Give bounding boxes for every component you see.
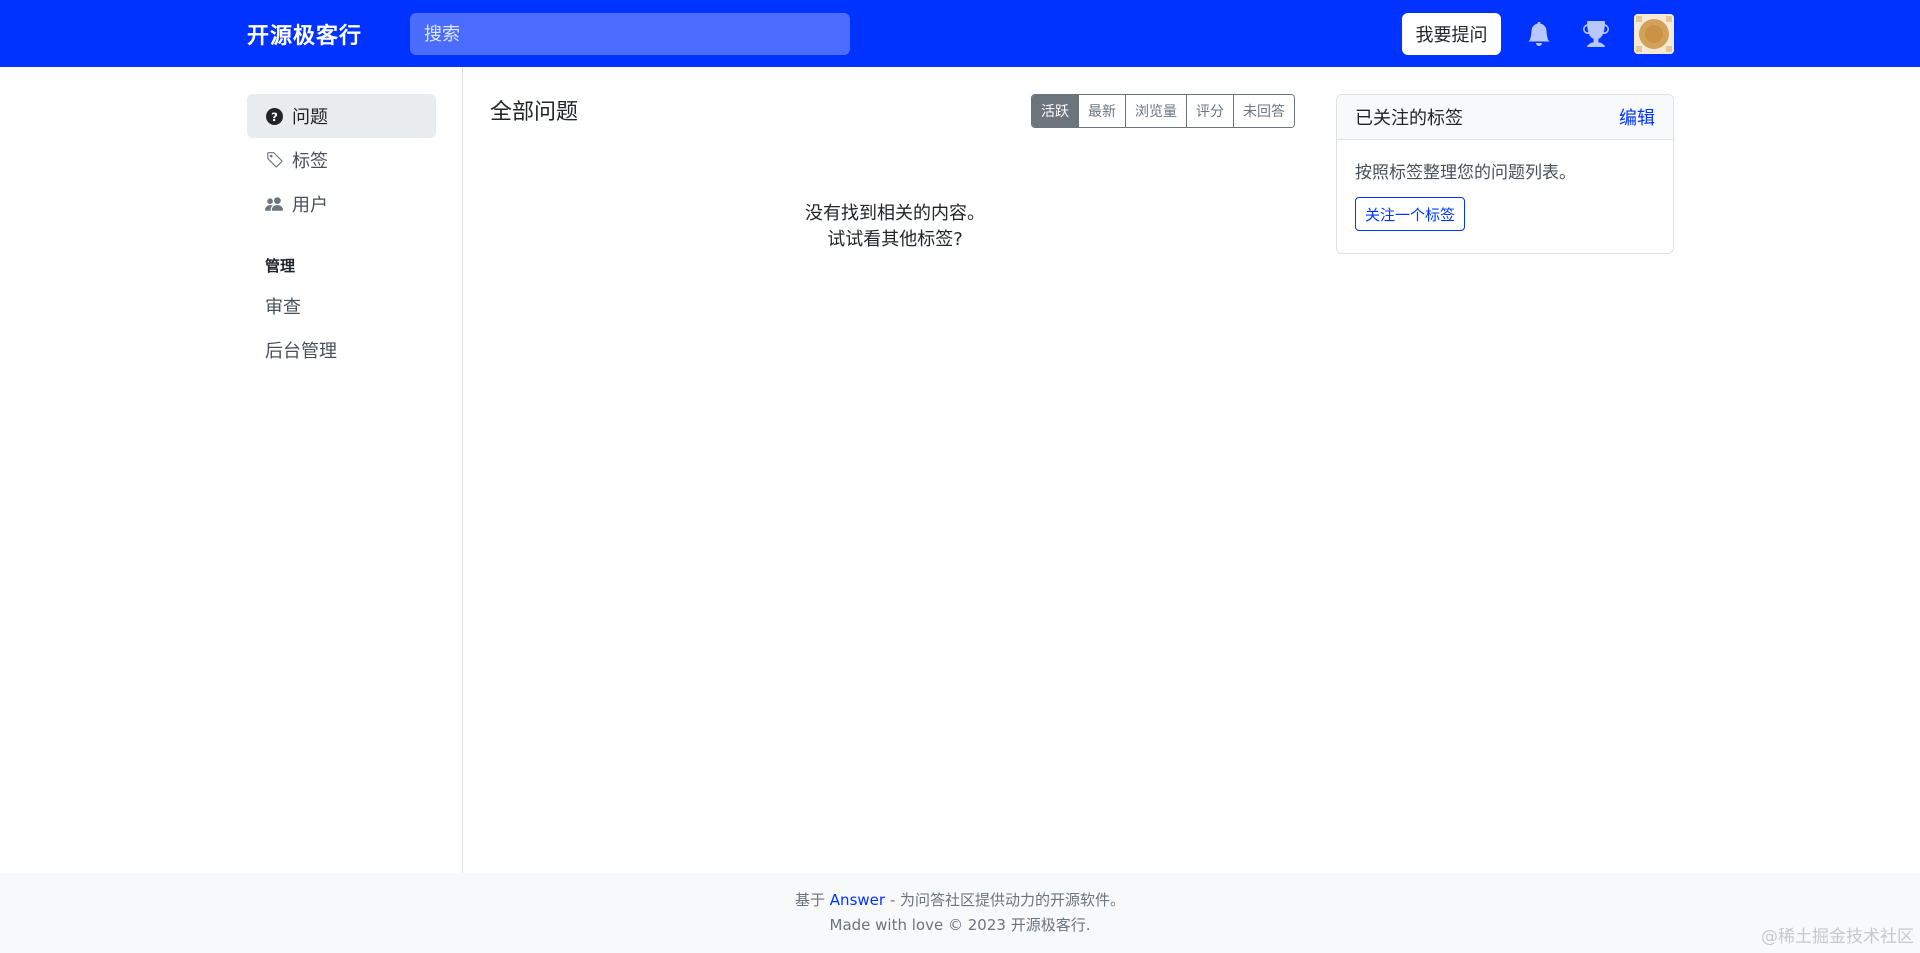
trophy-icon[interactable] <box>1579 17 1613 51</box>
sidebar-item-users[interactable]: 用户 <box>247 182 436 226</box>
admin-heading: 管理 <box>265 257 296 275</box>
watermark: @稀土掘金技术社区 <box>1761 927 1914 947</box>
ask-question-button[interactable]: 我要提问 <box>1402 13 1501 55</box>
sidebar-item-admin[interactable]: 后台管理 <box>265 337 337 363</box>
search-input[interactable] <box>410 13 850 55</box>
bell-icon[interactable] <box>1522 17 1556 51</box>
sort-tab-newest[interactable]: 最新 <box>1078 95 1125 127</box>
footer-line-2: Made with love © 2023 开源极客行. <box>829 916 1091 934</box>
card-header: 已关注的标签 编辑 <box>1337 95 1673 140</box>
sort-tabs: 活跃 最新 浏览量 评分 未回答 <box>1031 94 1295 128</box>
empty-state: 没有找到相关的内容。 试试看其他标签? <box>700 201 1090 253</box>
people-icon <box>265 195 283 213</box>
sort-tab-score[interactable]: 评分 <box>1186 95 1233 127</box>
sidebar-item-tags[interactable]: 标签 <box>247 138 436 182</box>
site-brand[interactable]: 开源极客行 <box>247 18 362 50</box>
user-avatar[interactable] <box>1634 14 1674 54</box>
tags-icon <box>265 151 283 169</box>
edit-link[interactable]: 编辑 <box>1619 104 1655 130</box>
footer-prefix: 基于 <box>795 891 826 909</box>
card-description: 按照标签整理您的问题列表。 <box>1355 163 1576 183</box>
followed-tags-card: 已关注的标签 编辑 按照标签整理您的问题列表。 关注一个标签 <box>1336 94 1674 254</box>
empty-hint: 试试看其他标签? <box>827 229 963 250</box>
sort-tab-views[interactable]: 浏览量 <box>1125 95 1186 127</box>
sidebar-item-label: 标签 <box>292 151 328 172</box>
footer-line-1: 基于 Answer - 为问答社区提供动力的开源软件。 <box>0 889 1920 910</box>
sort-tab-unanswered[interactable]: 未回答 <box>1233 95 1294 127</box>
top-navbar: 开源极客行 我要提问 <box>0 0 1920 67</box>
question-circle-icon: ? <box>265 107 283 125</box>
page-title: 全部问题 <box>490 100 579 125</box>
card-title: 已关注的标签 <box>1355 108 1463 129</box>
footer: 基于 Answer - 为问答社区提供动力的开源软件。 Made with lo… <box>0 873 1920 953</box>
sidebar-item-label: 问题 <box>292 107 328 128</box>
sidebar-item-label: 用户 <box>292 195 328 216</box>
sidebar-item-review[interactable]: 审查 <box>265 293 301 319</box>
empty-message: 没有找到相关的内容。 <box>805 203 985 224</box>
sidebar-item-questions[interactable]: ? 问题 <box>247 94 436 138</box>
sort-tab-active[interactable]: 活跃 <box>1032 95 1078 127</box>
card-body: 按照标签整理您的问题列表。 关注一个标签 <box>1337 140 1673 249</box>
svg-text:?: ? <box>271 109 278 123</box>
footer-suffix: - 为问答社区提供动力的开源软件。 <box>885 891 1125 909</box>
follow-tag-button[interactable]: 关注一个标签 <box>1355 197 1466 231</box>
answer-link[interactable]: Answer <box>830 891 885 909</box>
